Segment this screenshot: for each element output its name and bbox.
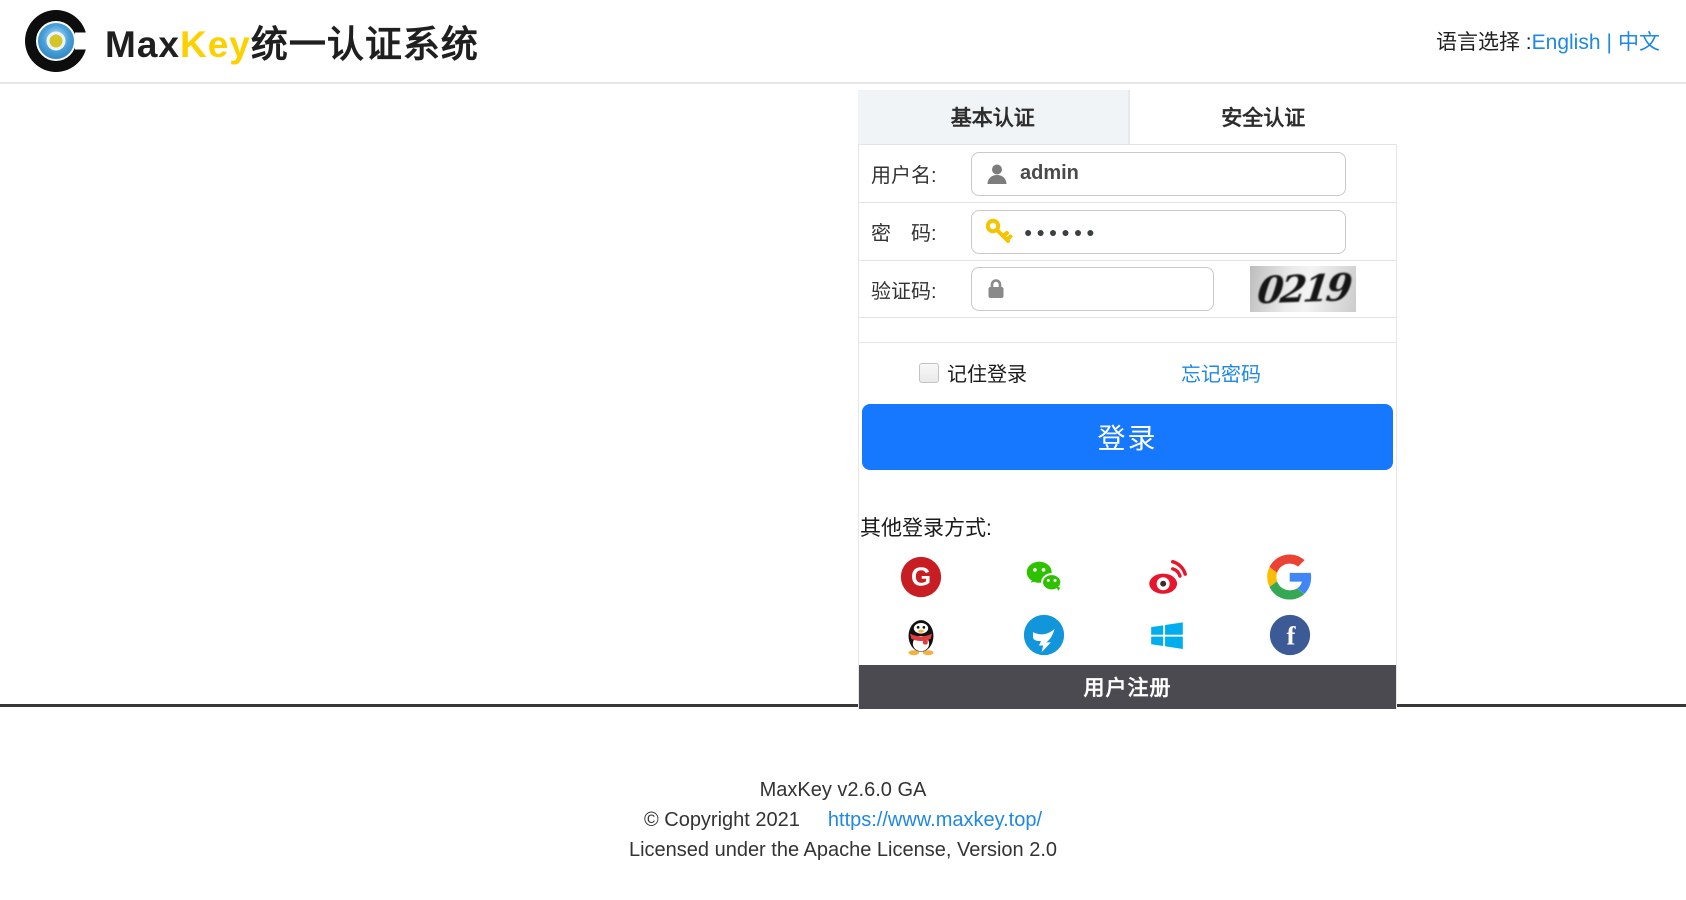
username-row: 用户名: xyxy=(859,144,1396,202)
captcha-input[interactable] xyxy=(1018,277,1201,301)
tab-secure-auth[interactable]: 安全认证 xyxy=(1127,90,1397,144)
language-chinese-link[interactable]: 中文 xyxy=(1618,31,1660,54)
qq-icon[interactable] xyxy=(898,612,944,658)
captcha-row: 验证码: 0219 xyxy=(859,260,1396,318)
password-input[interactable] xyxy=(1024,223,1333,240)
language-label: 语言选择 : xyxy=(1435,31,1532,54)
dingtalk-icon[interactable] xyxy=(1021,612,1067,658)
wechat-icon[interactable] xyxy=(1021,554,1067,600)
social-login-grid: G f xyxy=(859,554,1351,658)
footer-copyright-line: © Copyright 2021 https://www.maxkey.top/ xyxy=(0,805,1686,835)
footer-copyright: © Copyright 2021 xyxy=(643,809,800,831)
lock-icon xyxy=(984,277,1008,301)
app-title-key: Key xyxy=(179,24,251,65)
remember-checkbox[interactable] xyxy=(919,362,939,383)
captcha-digits: 0219 xyxy=(1254,266,1352,312)
microsoft-icon[interactable] xyxy=(1144,612,1190,658)
language-english-link[interactable]: English xyxy=(1532,31,1601,54)
maxkey-logo-icon xyxy=(25,10,90,72)
footer-license: Licensed under the Apache License, Versi… xyxy=(628,839,1058,861)
captcha-image[interactable]: 0219 xyxy=(1250,266,1356,312)
login-form: 用户名: 密 码: xyxy=(858,144,1397,709)
register-bar[interactable]: 用户注册 xyxy=(859,665,1396,709)
svg-text:f: f xyxy=(1286,621,1296,651)
forgot-password-link[interactable]: 忘记密码 xyxy=(1181,358,1261,387)
remember-row: 记住登录 忘记密码 xyxy=(859,342,1396,403)
password-label: 密 码: xyxy=(871,223,937,245)
app-title-suffix: 统一认证系统 xyxy=(250,24,479,65)
auth-tabs: 基本认证 安全认证 xyxy=(858,90,1397,144)
app-title: MaxKey统一认证系统 xyxy=(105,14,479,68)
facebook-icon[interactable]: f xyxy=(1267,612,1313,658)
username-input[interactable] xyxy=(1020,162,1333,185)
language-selector: 语言选择 :English | 中文 xyxy=(1436,26,1660,56)
footer-version: MaxKey v2.6.0 GA xyxy=(759,779,927,801)
username-label: 用户名: xyxy=(871,165,937,187)
language-separator: | xyxy=(1606,31,1612,54)
weibo-icon[interactable] xyxy=(1144,554,1190,600)
password-row: 密 码: xyxy=(859,202,1396,260)
user-icon xyxy=(984,161,1010,187)
svg-text:G: G xyxy=(910,564,930,592)
app-title-max: Max xyxy=(105,24,180,65)
app-header: MaxKey统一认证系统 语言选择 :English | 中文 xyxy=(0,0,1686,84)
page-footer: MaxKey v2.6.0 GA © Copyright 2021 https:/… xyxy=(0,707,1686,865)
login-button[interactable]: 登录 xyxy=(862,404,1393,470)
other-methods-label: 其他登录方式: xyxy=(860,517,992,540)
gitee-icon[interactable]: G xyxy=(898,554,944,600)
login-panel: 基本认证 安全认证 用户名: 密 码: xyxy=(858,90,1397,709)
tab-basic-auth[interactable]: 基本认证 xyxy=(858,90,1128,144)
captcha-input-box xyxy=(971,267,1214,311)
captcha-label: 验证码: xyxy=(871,280,937,303)
key-icon xyxy=(984,217,1014,247)
password-input-box xyxy=(971,209,1346,254)
footer-link[interactable]: https://www.maxkey.top/ xyxy=(828,809,1042,831)
google-icon[interactable] xyxy=(1266,554,1313,600)
main-area: 基本认证 安全认证 用户名: 密 码: xyxy=(0,84,1686,709)
remember-label: 记住登录 xyxy=(947,364,1027,386)
username-input-box xyxy=(971,151,1346,196)
